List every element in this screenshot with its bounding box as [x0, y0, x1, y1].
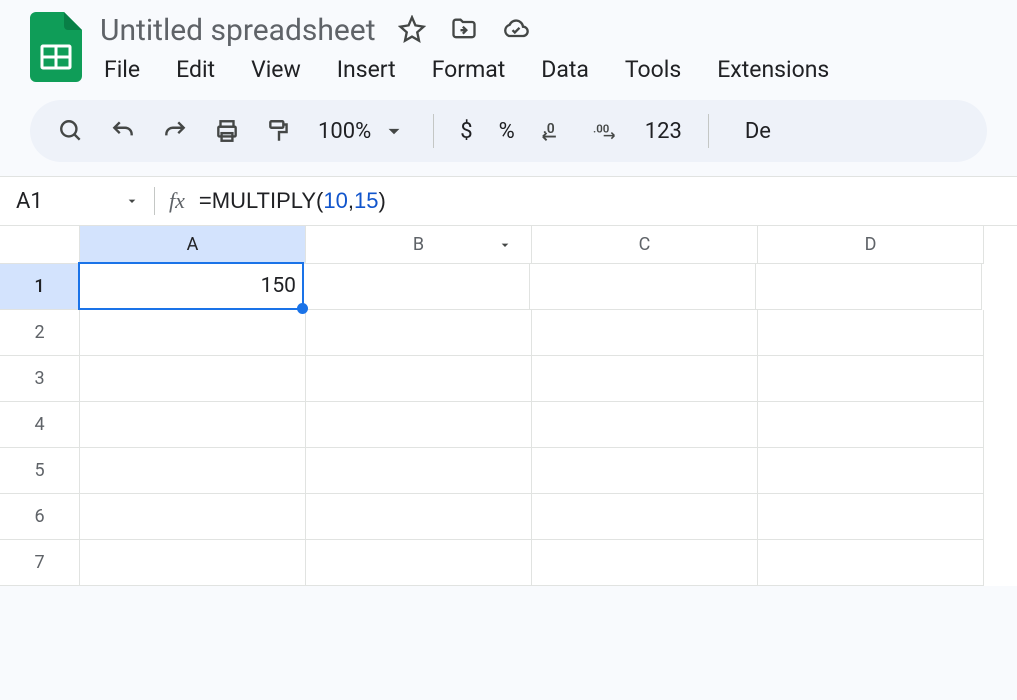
cell-a4[interactable] [80, 402, 306, 448]
menu-extensions[interactable]: Extensions [713, 54, 833, 85]
cell-b5[interactable] [306, 448, 532, 494]
currency-button[interactable]: $ [460, 119, 472, 144]
paint-format-icon[interactable] [266, 118, 292, 144]
col-header-c[interactable]: C [532, 226, 758, 264]
cell-d3[interactable] [758, 356, 984, 402]
menu-data[interactable]: Data [537, 54, 593, 85]
fx-icon: fx [169, 188, 185, 214]
menu-format[interactable]: Format [428, 54, 510, 85]
divider [433, 114, 434, 148]
divider [154, 187, 155, 215]
menu-edit[interactable]: Edit [172, 54, 219, 85]
chevron-down-icon [124, 193, 140, 209]
app-header: Untitled spreadsheet File Edit View Inse… [0, 0, 1017, 86]
cell-b2[interactable] [306, 310, 532, 356]
row-header-7[interactable]: 7 [0, 540, 80, 586]
chevron-down-icon [497, 237, 513, 253]
print-icon[interactable] [214, 118, 240, 144]
cell-b7[interactable] [306, 540, 532, 586]
chevron-down-icon [381, 118, 407, 144]
menu-view[interactable]: View [247, 54, 305, 85]
row-header-4[interactable]: 4 [0, 402, 80, 448]
row-header-1[interactable]: 1 [0, 264, 80, 310]
cell-d1[interactable] [756, 264, 982, 310]
menu-tools[interactable]: Tools [621, 54, 685, 85]
cell-d7[interactable] [758, 540, 984, 586]
cell-a5[interactable] [80, 448, 306, 494]
row-header-3[interactable]: 3 [0, 356, 80, 402]
cell-d6[interactable] [758, 494, 984, 540]
cell-b1[interactable] [304, 264, 530, 310]
svg-text:.00: .00 [593, 122, 609, 136]
redo-icon[interactable] [162, 118, 188, 144]
cell-a7[interactable] [80, 540, 306, 586]
cell-a2[interactable] [80, 310, 306, 356]
menubar: File Edit View Insert Format Data Tools … [100, 54, 833, 85]
row-header-5[interactable]: 5 [0, 448, 80, 494]
cell-a1[interactable]: 150 [78, 262, 304, 310]
row-header-6[interactable]: 6 [0, 494, 80, 540]
zoom-dropdown[interactable]: 100% [318, 118, 407, 144]
cell-c6[interactable] [532, 494, 758, 540]
cell-d4[interactable] [758, 402, 984, 448]
cell-d5[interactable] [758, 448, 984, 494]
cell-d2[interactable] [758, 310, 984, 356]
star-icon[interactable] [398, 15, 426, 47]
col-header-d[interactable]: D [758, 226, 984, 264]
col-header-b[interactable]: B [306, 226, 532, 264]
cell-a6[interactable] [80, 494, 306, 540]
cell-c5[interactable] [532, 448, 758, 494]
cell-b3[interactable] [306, 356, 532, 402]
number-format-button[interactable]: 123 [645, 119, 682, 144]
row-header-2[interactable]: 2 [0, 310, 80, 356]
col-header-a[interactable]: A [80, 226, 306, 264]
cell-b6[interactable] [306, 494, 532, 540]
font-dropdown[interactable]: De [745, 119, 771, 144]
cloud-status-icon[interactable] [502, 15, 530, 47]
divider [708, 114, 709, 148]
cell-c4[interactable] [532, 402, 758, 448]
menu-file[interactable]: File [100, 54, 144, 85]
formula-row: A1 fx =MULTIPLY(10,15) [0, 176, 1017, 226]
formula-bar[interactable]: =MULTIPLY(10,15) [199, 188, 386, 214]
select-all-corner[interactable] [0, 226, 80, 264]
percent-button[interactable]: % [499, 119, 515, 144]
undo-icon[interactable] [110, 118, 136, 144]
decrease-decimal-button[interactable]: .0 [541, 118, 567, 144]
cell-c2[interactable] [532, 310, 758, 356]
toolbar: 100% $ % .0 .00 123 De [30, 100, 987, 162]
spreadsheet-grid: A B C D 1 150 2 3 4 5 6 [0, 226, 1017, 586]
name-box[interactable]: A1 [10, 189, 140, 214]
cell-a3[interactable] [80, 356, 306, 402]
sheets-logo-icon[interactable] [30, 12, 82, 86]
cell-c1[interactable] [530, 264, 756, 310]
cell-c7[interactable] [532, 540, 758, 586]
name-box-value: A1 [16, 189, 43, 214]
document-title[interactable]: Untitled spreadsheet [100, 13, 376, 48]
increase-decimal-button[interactable]: .00 [593, 118, 619, 144]
cell-c3[interactable] [532, 356, 758, 402]
zoom-value: 100% [318, 119, 371, 144]
search-icon[interactable] [58, 118, 84, 144]
cell-b4[interactable] [306, 402, 532, 448]
move-folder-icon[interactable] [450, 15, 478, 47]
menu-insert[interactable]: Insert [333, 54, 400, 85]
